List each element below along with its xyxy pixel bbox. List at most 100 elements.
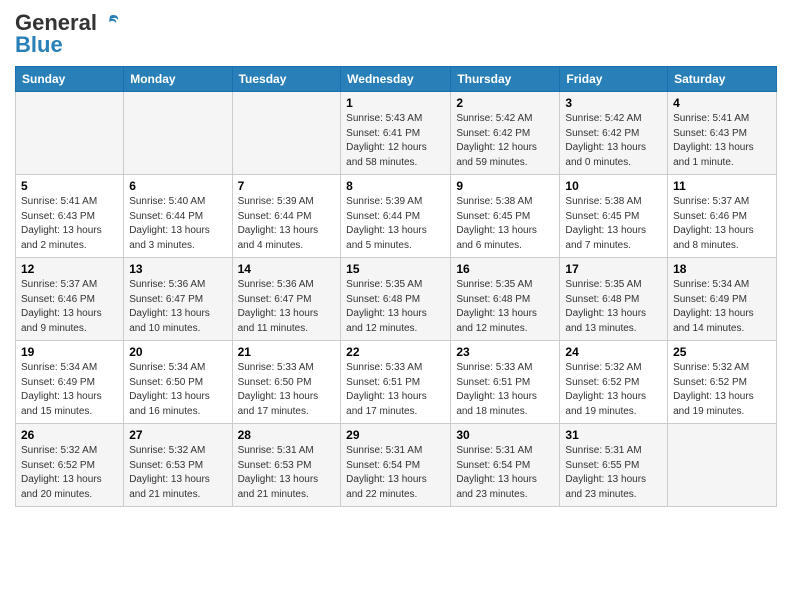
day-info: Sunrise: 5:35 AMSunset: 6:48 PMDaylight:… xyxy=(346,278,445,336)
column-header-sunday: Sunday xyxy=(16,67,124,92)
day-info: Sunrise: 5:38 AMSunset: 6:45 PMDaylight:… xyxy=(456,195,554,253)
calendar-week-row: 26 Sunrise: 5:32 AMSunset: 6:52 PMDayligh… xyxy=(16,424,777,507)
day-info: Sunrise: 5:42 AMSunset: 6:42 PMDaylight:… xyxy=(565,112,662,170)
calendar-cell: 3 Sunrise: 5:42 AMSunset: 6:42 PMDaylight… xyxy=(560,92,668,175)
day-number: 22 xyxy=(346,345,445,359)
calendar-cell xyxy=(124,92,232,175)
day-info: Sunrise: 5:34 AMSunset: 6:50 PMDaylight:… xyxy=(129,361,226,419)
calendar-cell: 7Sunrise: 5:39 AMSunset: 6:44 PMDaylight… xyxy=(232,175,341,258)
column-header-wednesday: Wednesday xyxy=(341,67,451,92)
page-header: General Blue xyxy=(15,10,777,58)
calendar-cell: 10Sunrise: 5:38 AMSunset: 6:45 PMDayligh… xyxy=(560,175,668,258)
column-header-tuesday: Tuesday xyxy=(232,67,341,92)
day-number: 30 xyxy=(456,428,554,442)
day-number: 19 xyxy=(21,345,118,359)
logo-blue-text: Blue xyxy=(15,32,63,58)
calendar-cell: 17 Sunrise: 5:35 AMSunset: 6:48 PMDayligh… xyxy=(560,258,668,341)
day-number: 21 xyxy=(238,345,336,359)
day-number: 26 xyxy=(21,428,118,442)
calendar-week-row: 19 Sunrise: 5:34 AMSunset: 6:49 PMDayligh… xyxy=(16,341,777,424)
day-number: 27 xyxy=(129,428,226,442)
day-number: 2 xyxy=(456,96,554,110)
calendar-cell: 12 Sunrise: 5:37 AMSunset: 6:46 PMDayligh… xyxy=(16,258,124,341)
calendar-cell: 19 Sunrise: 5:34 AMSunset: 6:49 PMDayligh… xyxy=(16,341,124,424)
calendar-cell: 13Sunrise: 5:36 AMSunset: 6:47 PMDayligh… xyxy=(124,258,232,341)
day-number: 17 xyxy=(565,262,662,276)
day-number: 5 xyxy=(21,179,118,193)
column-header-saturday: Saturday xyxy=(668,67,777,92)
calendar-cell: 25 Sunrise: 5:32 AMSunset: 6:52 PMDayligh… xyxy=(668,341,777,424)
calendar-cell: 26 Sunrise: 5:32 AMSunset: 6:52 PMDayligh… xyxy=(16,424,124,507)
calendar-cell: 4Sunrise: 5:41 AMSunset: 6:43 PMDaylight… xyxy=(668,92,777,175)
calendar-cell xyxy=(16,92,124,175)
calendar-cell: 1 Sunrise: 5:43 AMSunset: 6:41 PMDaylight… xyxy=(341,92,451,175)
day-number: 15 xyxy=(346,262,445,276)
day-info: Sunrise: 5:32 AMSunset: 6:52 PMDaylight:… xyxy=(21,444,118,502)
day-info: Sunrise: 5:40 AMSunset: 6:44 PMDaylight:… xyxy=(129,195,226,253)
column-header-friday: Friday xyxy=(560,67,668,92)
logo-bird-icon xyxy=(99,12,121,34)
calendar-cell: 30 Sunrise: 5:31 AMSunset: 6:54 PMDayligh… xyxy=(451,424,560,507)
day-info: Sunrise: 5:31 AMSunset: 6:55 PMDaylight:… xyxy=(565,444,662,502)
day-number: 8 xyxy=(346,179,445,193)
calendar-cell: 16 Sunrise: 5:35 AMSunset: 6:48 PMDayligh… xyxy=(451,258,560,341)
day-info: Sunrise: 5:31 AMSunset: 6:53 PMDaylight:… xyxy=(238,444,336,502)
day-number: 7 xyxy=(238,179,336,193)
logo: General Blue xyxy=(15,10,121,58)
day-info: Sunrise: 5:36 AMSunset: 6:47 PMDaylight:… xyxy=(238,278,336,336)
calendar-cell: 31 Sunrise: 5:31 AMSunset: 6:55 PMDayligh… xyxy=(560,424,668,507)
day-info: Sunrise: 5:34 AMSunset: 6:49 PMDaylight:… xyxy=(21,361,118,419)
calendar-cell: 15 Sunrise: 5:35 AMSunset: 6:48 PMDayligh… xyxy=(341,258,451,341)
calendar-cell: 18Sunrise: 5:34 AMSunset: 6:49 PMDayligh… xyxy=(668,258,777,341)
day-info: Sunrise: 5:35 AMSunset: 6:48 PMDaylight:… xyxy=(456,278,554,336)
day-number: 9 xyxy=(456,179,554,193)
calendar-cell: 23Sunrise: 5:33 AMSunset: 6:51 PMDayligh… xyxy=(451,341,560,424)
calendar-cell xyxy=(668,424,777,507)
day-number: 24 xyxy=(565,345,662,359)
day-info: Sunrise: 5:32 AMSunset: 6:52 PMDaylight:… xyxy=(673,361,771,419)
day-info: Sunrise: 5:31 AMSunset: 6:54 PMDaylight:… xyxy=(456,444,554,502)
day-number: 11 xyxy=(673,179,771,193)
day-number: 6 xyxy=(129,179,226,193)
day-info: Sunrise: 5:43 AMSunset: 6:41 PMDaylight:… xyxy=(346,112,445,170)
calendar-week-row: 12 Sunrise: 5:37 AMSunset: 6:46 PMDayligh… xyxy=(16,258,777,341)
day-number: 29 xyxy=(346,428,445,442)
day-number: 1 xyxy=(346,96,445,110)
day-number: 16 xyxy=(456,262,554,276)
day-info: Sunrise: 5:41 AMSunset: 6:43 PMDaylight:… xyxy=(21,195,118,253)
day-number: 14 xyxy=(238,262,336,276)
day-number: 3 xyxy=(565,96,662,110)
column-header-monday: Monday xyxy=(124,67,232,92)
calendar-table: SundayMondayTuesdayWednesdayThursdayFrid… xyxy=(15,66,777,507)
day-info: Sunrise: 5:37 AMSunset: 6:46 PMDaylight:… xyxy=(21,278,118,336)
day-number: 20 xyxy=(129,345,226,359)
column-header-thursday: Thursday xyxy=(451,67,560,92)
day-info: Sunrise: 5:37 AMSunset: 6:46 PMDaylight:… xyxy=(673,195,771,253)
day-number: 12 xyxy=(21,262,118,276)
calendar-cell: 8 Sunrise: 5:39 AMSunset: 6:44 PMDaylight… xyxy=(341,175,451,258)
day-info: Sunrise: 5:39 AMSunset: 6:44 PMDaylight:… xyxy=(346,195,445,253)
day-number: 10 xyxy=(565,179,662,193)
day-number: 13 xyxy=(129,262,226,276)
calendar-week-row: 1 Sunrise: 5:43 AMSunset: 6:41 PMDaylight… xyxy=(16,92,777,175)
day-info: Sunrise: 5:32 AMSunset: 6:52 PMDaylight:… xyxy=(565,361,662,419)
day-info: Sunrise: 5:41 AMSunset: 6:43 PMDaylight:… xyxy=(673,112,771,170)
calendar-cell: 27Sunrise: 5:32 AMSunset: 6:53 PMDayligh… xyxy=(124,424,232,507)
day-number: 25 xyxy=(673,345,771,359)
calendar-cell: 21 Sunrise: 5:33 AMSunset: 6:50 PMDayligh… xyxy=(232,341,341,424)
day-info: Sunrise: 5:34 AMSunset: 6:49 PMDaylight:… xyxy=(673,278,771,336)
day-info: Sunrise: 5:35 AMSunset: 6:48 PMDaylight:… xyxy=(565,278,662,336)
calendar-cell: 20 Sunrise: 5:34 AMSunset: 6:50 PMDayligh… xyxy=(124,341,232,424)
day-number: 31 xyxy=(565,428,662,442)
calendar-cell xyxy=(232,92,341,175)
calendar-cell: 14 Sunrise: 5:36 AMSunset: 6:47 PMDayligh… xyxy=(232,258,341,341)
day-info: Sunrise: 5:42 AMSunset: 6:42 PMDaylight:… xyxy=(456,112,554,170)
calendar-cell: 5 Sunrise: 5:41 AMSunset: 6:43 PMDaylight… xyxy=(16,175,124,258)
day-info: Sunrise: 5:33 AMSunset: 6:50 PMDaylight:… xyxy=(238,361,336,419)
calendar-cell: 6 Sunrise: 5:40 AMSunset: 6:44 PMDaylight… xyxy=(124,175,232,258)
day-info: Sunrise: 5:33 AMSunset: 6:51 PMDaylight:… xyxy=(346,361,445,419)
calendar-cell: 2 Sunrise: 5:42 AMSunset: 6:42 PMDaylight… xyxy=(451,92,560,175)
day-info: Sunrise: 5:31 AMSunset: 6:54 PMDaylight:… xyxy=(346,444,445,502)
calendar-cell: 24 Sunrise: 5:32 AMSunset: 6:52 PMDayligh… xyxy=(560,341,668,424)
calendar-cell: 29 Sunrise: 5:31 AMSunset: 6:54 PMDayligh… xyxy=(341,424,451,507)
